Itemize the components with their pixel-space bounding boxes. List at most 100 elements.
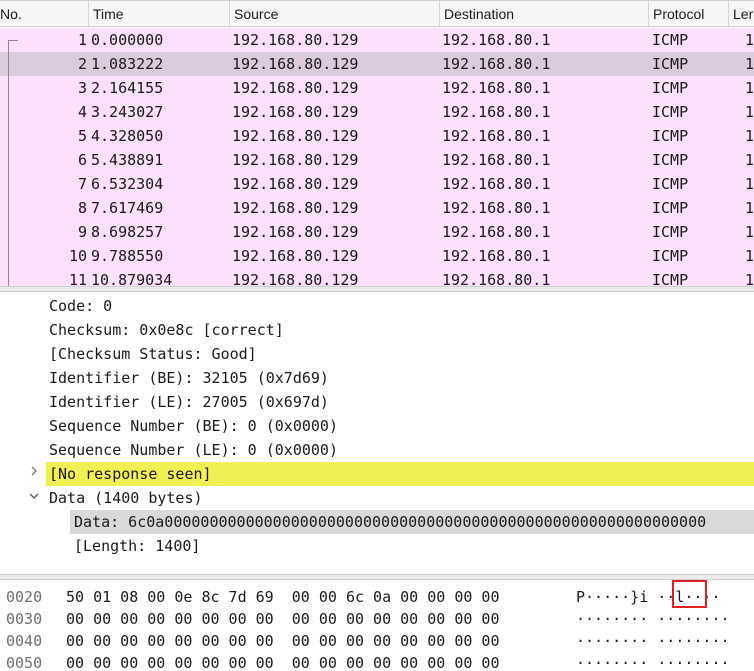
row-length: 1: [745, 247, 754, 265]
row-time: 1.083222: [91, 55, 164, 73]
row-protocol: ICMP: [652, 31, 689, 49]
row-source: 192.168.80.129: [232, 103, 359, 121]
row-protocol: ICMP: [652, 247, 689, 265]
hex-ascii: ········ ········: [576, 654, 730, 671]
row-protocol: ICMP: [652, 79, 689, 97]
detail-identifier-le[interactable]: Identifier (LE): 27005 (0x697d): [0, 390, 754, 414]
column-header-length[interactable]: Ler: [728, 1, 754, 27]
row-length: 1: [745, 31, 754, 49]
detail-checksum-status[interactable]: [Checksum Status: Good]: [0, 342, 754, 366]
row-protocol: ICMP: [652, 103, 689, 121]
row-protocol: ICMP: [652, 127, 689, 145]
detail-identifier-be[interactable]: Identifier (BE): 32105 (0x7d69): [0, 366, 754, 390]
hex-row[interactable]: 0020 50 01 08 00 0e 8c 7d 69 00 00 6c 0a…: [0, 586, 754, 608]
row-destination: 192.168.80.1: [442, 151, 551, 169]
hex-bytes: 50 01 08 00 0e 8c 7d 69 00 00 6c 0a 00 0…: [66, 588, 500, 606]
packet-list: No. Time Source Destination Protocol Ler…: [0, 0, 754, 286]
column-header-source[interactable]: Source: [229, 1, 439, 27]
row-destination: 192.168.80.1: [442, 271, 551, 286]
column-header-time[interactable]: Time: [88, 1, 229, 27]
column-header-no[interactable]: No.: [0, 1, 88, 27]
detail-checksum-status-text: [Checksum Status: Good]: [49, 345, 257, 363]
row-length: 1: [745, 151, 754, 169]
packet-row[interactable]: 6 5.438891 192.168.80.129 192.168.80.1 ICMP 1: [0, 148, 754, 172]
packet-row[interactable]: 2 1.083222 192.168.80.129 192.168.80.1 ICMP 1: [0, 52, 754, 76]
row-time: 4.328050: [91, 127, 164, 145]
row-time: 10.879034: [91, 271, 173, 286]
chevron-right-icon[interactable]: [26, 462, 42, 486]
row-source: 192.168.80.129: [232, 31, 359, 49]
packet-row[interactable]: 8 7.617469 192.168.80.129 192.168.80.1 ICMP 1: [0, 196, 754, 220]
detail-no-response[interactable]: [No response seen]: [0, 462, 754, 486]
row-time: 9.788550: [91, 247, 164, 265]
detail-identifier-be-text: Identifier (BE): 32105 (0x7d69): [49, 369, 329, 387]
hex-row[interactable]: 0050 00 00 00 00 00 00 00 00 00 00 00 00…: [0, 652, 754, 671]
detail-sequence-be-text: Sequence Number (BE): 0 (0x0000): [49, 417, 338, 435]
column-header-destination[interactable]: Destination: [439, 1, 648, 27]
hex-row[interactable]: 0030 00 00 00 00 00 00 00 00 00 00 00 00…: [0, 608, 754, 630]
packet-rows: 1 0.000000 192.168.80.129 192.168.80.1 ICMP 1…: [0, 28, 754, 286]
row-destination: 192.168.80.1: [442, 103, 551, 121]
packet-row[interactable]: 5 4.328050 192.168.80.129 192.168.80.1 ICMP 1: [0, 124, 754, 148]
row-protocol: ICMP: [652, 271, 689, 286]
hex-offset: 0030: [6, 610, 43, 628]
detail-sequence-le[interactable]: Sequence Number (LE): 0 (0x0000): [0, 438, 754, 462]
row-time: 6.532304: [91, 175, 164, 193]
row-time: 2.164155: [91, 79, 164, 97]
row-source: 192.168.80.129: [232, 79, 359, 97]
row-length: 1: [745, 127, 754, 145]
detail-length-text: [Length: 1400]: [74, 537, 201, 555]
packet-list-header: No. Time Source Destination Protocol Ler: [0, 0, 754, 27]
chevron-down-icon[interactable]: [26, 486, 42, 510]
row-protocol: ICMP: [652, 199, 689, 217]
row-source: 192.168.80.129: [232, 55, 359, 73]
detail-sequence-le-text: Sequence Number (LE): 0 (0x0000): [49, 441, 338, 459]
hex-dump: 0020 50 01 08 00 0e 8c 7d 69 00 00 6c 0a…: [0, 580, 754, 671]
row-length: 1: [745, 103, 754, 121]
packet-row[interactable]: 9 8.698257 192.168.80.129 192.168.80.1 ICMP 1: [0, 220, 754, 244]
packet-row[interactable]: 3 2.164155 192.168.80.129 192.168.80.1 ICMP 1: [0, 76, 754, 100]
row-source: 192.168.80.129: [232, 271, 359, 286]
hex-offset: 0020: [6, 588, 43, 606]
hex-offset: 0040: [6, 632, 43, 650]
detail-data-value[interactable]: Data: 6c0a000000000000000000000000000000…: [0, 510, 754, 534]
row-length: 1: [745, 175, 754, 193]
row-destination: 192.168.80.1: [442, 223, 551, 241]
row-time: 5.438891: [91, 151, 164, 169]
packet-row[interactable]: 11 10.879034 192.168.80.129 192.168.80.1 ICM…: [0, 268, 754, 286]
detail-checksum[interactable]: Checksum: 0x0e8c [correct]: [0, 318, 754, 342]
detail-data-tree[interactable]: Data (1400 bytes): [0, 486, 754, 510]
detail-identifier-le-text: Identifier (LE): 27005 (0x697d): [49, 393, 329, 411]
hex-row[interactable]: 0040 00 00 00 00 00 00 00 00 00 00 00 00…: [0, 630, 754, 652]
row-source: 192.168.80.129: [232, 223, 359, 241]
packet-row[interactable]: 4 3.243027 192.168.80.129 192.168.80.1 ICMP 1: [0, 100, 754, 124]
detail-data-value-text: Data: 6c0a000000000000000000000000000000…: [70, 510, 754, 534]
detail-length[interactable]: [Length: 1400]: [0, 534, 754, 558]
hex-ascii: ········ ········: [576, 610, 730, 628]
hex-bytes: 00 00 00 00 00 00 00 00 00 00 00 00 00 0…: [66, 654, 500, 671]
row-length: 1: [745, 199, 754, 217]
detail-checksum-text: Checksum: 0x0e8c [correct]: [49, 321, 284, 339]
packet-row[interactable]: 10 9.788550 192.168.80.129 192.168.80.1 ICMP…: [0, 244, 754, 268]
packet-row[interactable]: 7 6.532304 192.168.80.129 192.168.80.1 ICMP 1: [0, 172, 754, 196]
row-destination: 192.168.80.1: [442, 175, 551, 193]
row-time: 3.243027: [91, 103, 164, 121]
hex-bytes: 00 00 00 00 00 00 00 00 00 00 00 00 00 0…: [66, 610, 500, 628]
row-time: 7.617469: [91, 199, 164, 217]
row-protocol: ICMP: [652, 55, 689, 73]
row-destination: 192.168.80.1: [442, 79, 551, 97]
annotation-highlight-box: [672, 580, 707, 608]
row-destination: 192.168.80.1: [442, 127, 551, 145]
packet-row[interactable]: 1 0.000000 192.168.80.129 192.168.80.1 ICMP 1: [0, 28, 754, 52]
row-length: 1: [745, 223, 754, 241]
detail-sequence-be[interactable]: Sequence Number (BE): 0 (0x0000): [0, 414, 754, 438]
detail-code[interactable]: Code: 0: [0, 294, 754, 318]
detail-code-text: Code: 0: [49, 297, 113, 315]
row-destination: 192.168.80.1: [442, 55, 551, 73]
column-header-protocol[interactable]: Protocol: [648, 1, 728, 27]
row-protocol: ICMP: [652, 223, 689, 241]
row-protocol: ICMP: [652, 175, 689, 193]
detail-no-response-text: [No response seen]: [46, 462, 754, 486]
row-source: 192.168.80.129: [232, 127, 359, 145]
row-time: 8.698257: [91, 223, 164, 241]
